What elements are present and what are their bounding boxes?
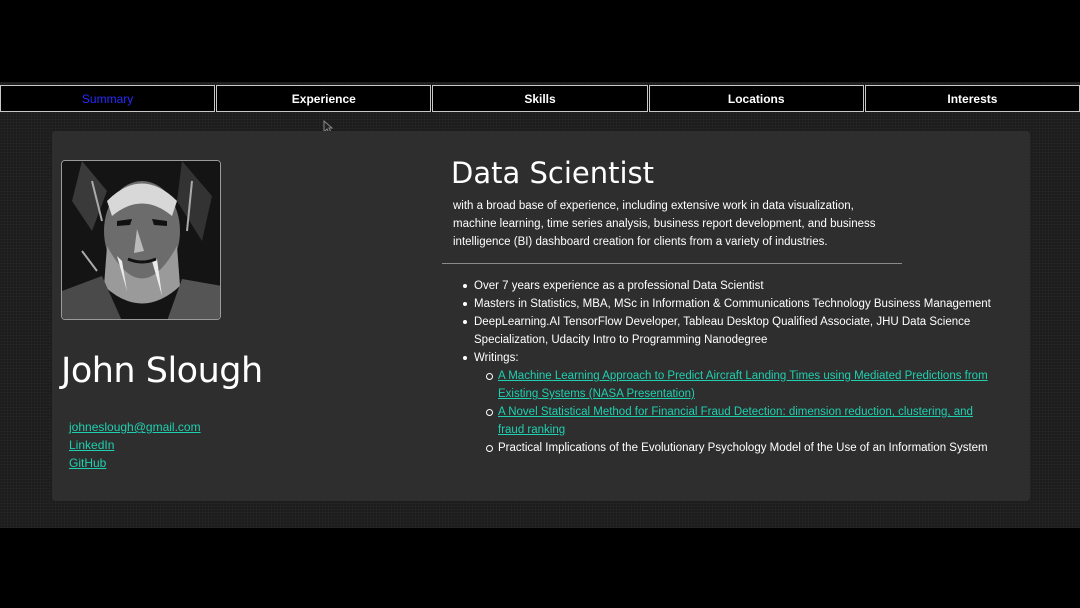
summary-bullets: Over 7 years experience as a professiona… [460, 277, 1000, 457]
writings-label: Writings: [474, 352, 519, 364]
list-item: Practical Implications of the Evolutiona… [484, 439, 1000, 457]
github-link[interactable]: GitHub [69, 454, 201, 472]
linkedin-link[interactable]: LinkedIn [69, 436, 201, 454]
list-item: DeepLearning.AI TensorFlow Developer, Ta… [460, 313, 1000, 349]
writing-link-nasa[interactable]: A Machine Learning Approach to Predict A… [498, 370, 988, 400]
contact-links: johneslough@gmail.com LinkedIn GitHub [69, 418, 201, 472]
writing-link-fraud[interactable]: A Novel Statistical Method for Financial… [498, 406, 973, 436]
tab-skills[interactable]: Skills [432, 85, 648, 112]
person-name: John Slough [61, 351, 263, 391]
list-item: A Novel Statistical Method for Financial… [484, 403, 1000, 439]
role-title: Data Scientist [451, 156, 654, 190]
summary-card: John Slough johneslough@gmail.com Linked… [52, 131, 1030, 501]
top-nav: Summary Experience Skills Locations Inte… [0, 85, 1080, 112]
email-link[interactable]: johneslough@gmail.com [69, 418, 201, 436]
tab-locations[interactable]: Locations [648, 85, 864, 112]
writings-list: A Machine Learning Approach to Predict A… [474, 367, 1000, 457]
divider [442, 263, 902, 264]
list-item: Over 7 years experience as a professiona… [460, 277, 1000, 295]
tab-interests[interactable]: Interests [864, 85, 1080, 112]
profile-photo [61, 160, 221, 320]
list-item: A Machine Learning Approach to Predict A… [484, 367, 1000, 403]
writings-item: Writings: A Machine Learning Approach to… [460, 349, 1000, 457]
tab-experience[interactable]: Experience [216, 85, 432, 112]
list-item: Masters in Statistics, MBA, MSc in Infor… [460, 295, 1000, 313]
intro-text: with a broad base of experience, includi… [453, 200, 876, 248]
tab-summary[interactable]: Summary [0, 85, 216, 112]
